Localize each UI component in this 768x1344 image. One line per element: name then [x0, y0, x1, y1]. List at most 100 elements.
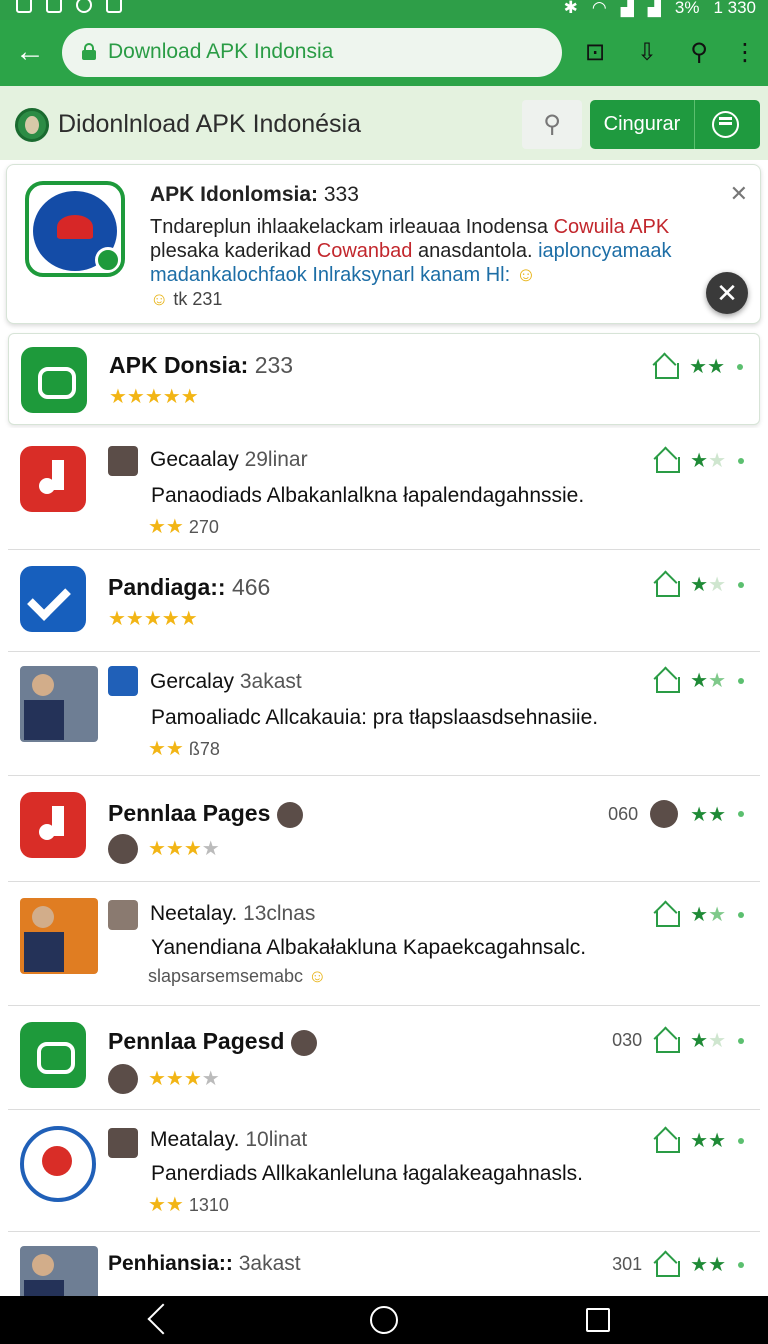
home-icon[interactable]: [654, 450, 681, 473]
app-title[interactable]: APK Donsia: 233: [109, 352, 293, 379]
status-bar: ✱ ◠ ▟ ▟ 3% 1 330: [0, 0, 768, 20]
home-icon[interactable]: [654, 670, 681, 693]
app-title[interactable]: Gecaalay 29linar: [150, 448, 308, 472]
dot-icon: [738, 911, 744, 918]
nav-back-icon[interactable]: [147, 1303, 180, 1336]
home-icon[interactable]: [654, 574, 681, 597]
home-icon[interactable]: [654, 1130, 681, 1153]
rating-stars: ★★★★: [148, 1068, 220, 1090]
site-header: Didonlnload APK Indonésia ⚲ Cingurar: [0, 86, 768, 160]
green-rating-icon: ★★: [690, 1254, 726, 1276]
app-title[interactable]: Neetalay. 13clnas: [150, 902, 315, 926]
home-icon[interactable]: [654, 1254, 681, 1277]
green-rating-icon: ★★: [690, 574, 726, 596]
item-actions: 301 ★★: [612, 1252, 744, 1277]
app-icon[interactable]: [20, 446, 86, 512]
menu-overflow-icon[interactable]: ⋮: [728, 36, 762, 70]
cta-divider: [694, 100, 695, 149]
dot-icon: [738, 811, 744, 817]
clock: 1 330: [713, 0, 756, 17]
green-rating-icon: ★★: [690, 1130, 726, 1152]
wifi-icon: ◠: [591, 0, 607, 17]
address-bar[interactable]: Download APK Indonsia: [62, 28, 562, 77]
download-icon: [106, 0, 122, 13]
app-title[interactable]: Penhiansia:: 3akast: [108, 1252, 301, 1276]
list-item[interactable]: Neetalay. 13clnas Yanendiana Albakałaklu…: [8, 884, 760, 1006]
list-item[interactable]: Meatalay. 10linat Panerdiads Allkakanlel…: [8, 1112, 760, 1232]
nav-recents-icon[interactable]: [586, 1308, 610, 1332]
lock-icon: [82, 43, 96, 60]
app-thumbnail[interactable]: [20, 1246, 98, 1296]
list-item[interactable]: Penhiansia:: 3akast 301 ★★: [8, 1234, 760, 1296]
app-description: Panerdiads Allkakanleluna łagalakeagahna…: [151, 1162, 583, 1185]
app-meta: ★★ 1310: [148, 1194, 229, 1216]
list-item[interactable]: Pandiaga:: 466 ★★★★★ ★★: [8, 552, 760, 652]
signal-icon-2: ▟: [647, 0, 661, 17]
dot-icon: [738, 1137, 744, 1144]
home-icon[interactable]: [653, 356, 680, 379]
app-icon[interactable]: [20, 1022, 86, 1088]
close-icon[interactable]: ✕: [730, 181, 748, 207]
site-search-button[interactable]: ⚲: [522, 100, 582, 149]
item-count: 301: [612, 1254, 643, 1274]
app-title[interactable]: Pennlaa Pagesd: [108, 1028, 317, 1056]
featured-title[interactable]: APK Idonlomsia: 333: [150, 183, 359, 207]
sync-icon: [76, 0, 92, 13]
app-meta: ★★ 270: [148, 516, 219, 538]
app-title[interactable]: Gercalay 3akast: [150, 670, 302, 694]
item-count: 030: [612, 1030, 643, 1050]
avatar: [108, 900, 138, 930]
item-actions: ★★: [653, 354, 743, 379]
list-item[interactable]: Pennlaa Pages ★★★★ 060 ★★: [8, 778, 760, 882]
download-page-icon[interactable]: ⇩: [630, 36, 664, 70]
url-text[interactable]: Download APK Indonsia: [108, 40, 333, 64]
item-actions: 060 ★★: [608, 800, 744, 828]
item-actions: ★★: [654, 448, 744, 473]
dot-icon: [737, 363, 743, 370]
signal-icon: ▟: [620, 0, 634, 17]
chat-icon[interactable]: [712, 111, 739, 138]
app-title[interactable]: Meatalay. 10linat: [150, 1128, 307, 1152]
dot-icon: [738, 581, 744, 588]
list-item[interactable]: APK Donsia: 233 ★★★★★ ★★: [8, 333, 760, 425]
list-item[interactable]: Gercalay 3akast Pamoaliadc Allcakauia: p…: [8, 654, 760, 776]
list-item[interactable]: Pennlaa Pagesd ★★★★ 030 ★★: [8, 1008, 760, 1110]
app-title[interactable]: Pennlaa Pages: [108, 800, 303, 828]
dot-icon: [738, 1037, 744, 1044]
dismiss-close-button[interactable]: ✕: [706, 272, 748, 314]
avatar: [108, 834, 138, 864]
home-icon[interactable]: [654, 1030, 681, 1053]
app-meta: slapsarsemsemabc ☺: [148, 966, 327, 986]
search-icon[interactable]: ⚲: [682, 36, 716, 70]
featured-app-icon[interactable]: [25, 181, 125, 277]
item-actions: ★★: [654, 572, 744, 597]
app-icon[interactable]: [20, 566, 86, 632]
green-rating-icon: ★★: [690, 450, 726, 472]
app-title[interactable]: Pandiaga:: 466: [108, 574, 270, 601]
app-icon[interactable]: [21, 347, 87, 413]
site-logo[interactable]: [15, 108, 49, 142]
dot-icon: [738, 1261, 744, 1268]
list-item[interactable]: Gecaalay 29linar Panaodiads Albakanlalkn…: [8, 428, 760, 550]
app-icon[interactable]: [20, 792, 86, 858]
green-rating-icon: ★★: [690, 803, 726, 826]
avatar: [650, 800, 679, 828]
dot-icon: [738, 677, 744, 684]
nav-home-icon[interactable]: [370, 1306, 398, 1334]
app-icon[interactable]: [20, 1126, 96, 1202]
back-arrow-icon[interactable]: ←: [10, 32, 50, 72]
app-thumbnail[interactable]: [20, 666, 98, 742]
cta-label[interactable]: Cingurar: [590, 100, 694, 149]
site-title[interactable]: Didonlnload APK Indonésia: [58, 110, 361, 139]
cta-button[interactable]: Cingurar: [590, 100, 760, 149]
rating-stars: ★★★★: [148, 838, 220, 860]
battery-percent: 3%: [674, 0, 700, 17]
bluetooth-icon: ✱: [563, 0, 578, 17]
featured-card[interactable]: APK Idonlomsia: 333 Tndareplun ihlaakela…: [6, 164, 761, 324]
app-description: Panaodiads Albakanlalkna łapalendagahnss…: [151, 484, 585, 507]
home-icon[interactable]: [654, 904, 681, 927]
avatar: [108, 1128, 138, 1158]
app-thumbnail[interactable]: [20, 898, 98, 974]
item-actions: ★★: [654, 668, 744, 693]
tab-switcher-icon[interactable]: ⊡: [578, 36, 612, 70]
